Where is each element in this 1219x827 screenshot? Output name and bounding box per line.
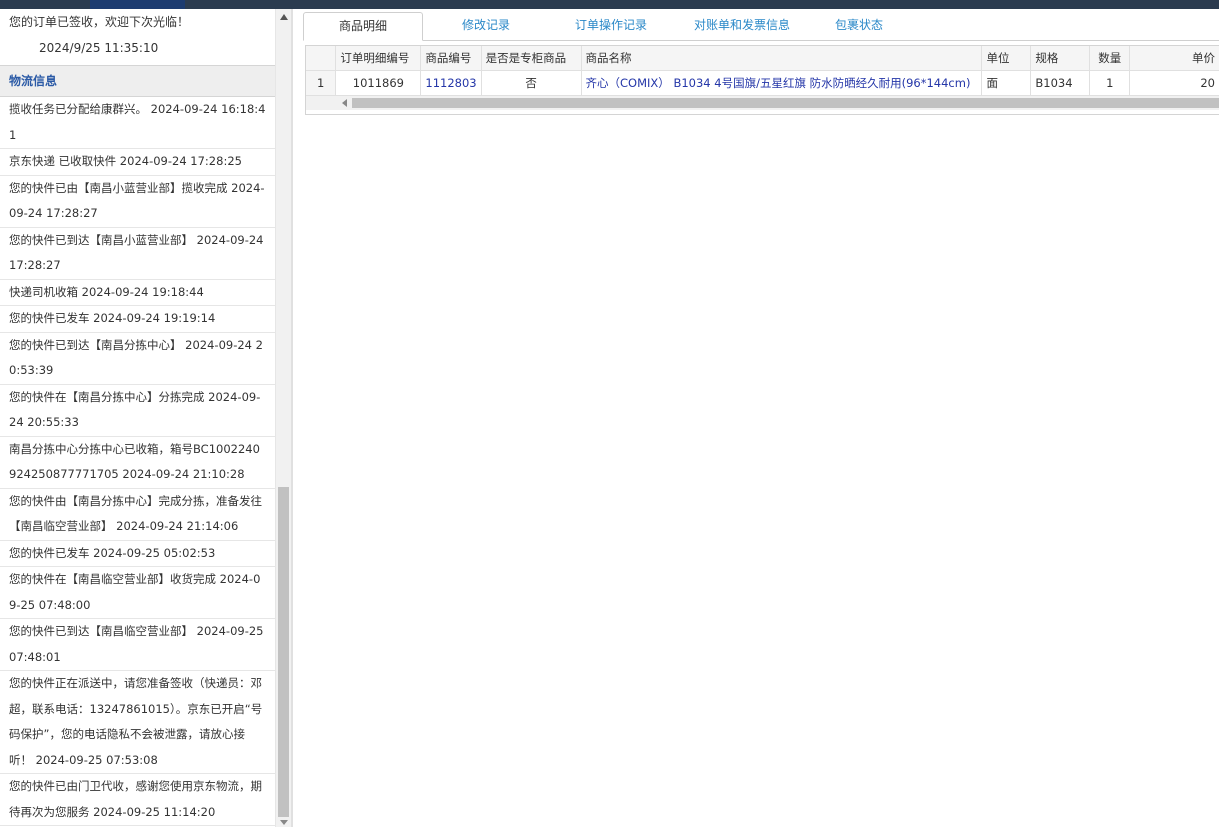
col-header-index — [306, 46, 337, 71]
logistics-entry: 您的快件已到达【南昌临空营业部】 2024-09-25 07:48:01 — [0, 619, 275, 671]
scrollbar-thumb[interactable] — [278, 487, 289, 817]
product-table: 订单明细编号 商品编号 是否是专柜商品 商品名称 单位 规格 数量 单价 1 1… — [306, 46, 1219, 96]
logistics-entry: 您的快件已到达【南昌小蓝营业部】 2024-09-24 17:28:27 — [0, 228, 275, 280]
logistics-entry: 您的快件已发车 2024-09-25 05:02:53 — [0, 541, 275, 567]
tab-statement-invoice[interactable]: 对账单和发票信息 — [677, 12, 807, 39]
col-header-unit-price[interactable]: 单价 — [1129, 46, 1219, 71]
left-panel-scrollbar[interactable] — [275, 9, 292, 827]
tab-bar: 商品明细 修改记录 订单操作记录 对账单和发票信息 包裹状态 — [303, 12, 1219, 41]
cell-unit-price: 20 — [1129, 70, 1219, 96]
col-header-unit[interactable]: 单位 — [981, 46, 1032, 71]
col-header-product-name[interactable]: 商品名称 — [581, 46, 983, 71]
cell-counter-product: 否 — [481, 70, 582, 96]
col-header-product-id[interactable]: 商品编号 — [420, 46, 482, 71]
col-header-spec[interactable]: 规格 — [1030, 46, 1091, 71]
cell-product-name-link[interactable]: 齐心（COMIX） B1034 4号国旗/五星红旗 防水防晒经久耐用(96*14… — [581, 70, 983, 96]
scroll-up-arrow-icon[interactable] — [280, 14, 288, 20]
cell-detail-id: 1011869 — [335, 70, 422, 96]
top-bar-active-segment — [90, 0, 185, 9]
detail-panel: 商品明细 修改记录 订单操作记录 对账单和发票信息 包裹状态 订单明细编号 商品… — [293, 9, 1219, 827]
row-index: 1 — [306, 70, 337, 96]
logistics-entry: 您的快件已由【南昌小蓝营业部】揽收完成 2024-09-24 17:28:27 — [0, 176, 275, 228]
logistics-heading: 物流信息 — [0, 65, 275, 97]
signed-message: 您的订单已签收，欢迎下次光临！ — [9, 15, 190, 29]
logistics-entry: 南昌分拣中心分拣中心已收箱，箱号BC1002240924250877771705… — [0, 437, 275, 489]
cell-unit: 面 — [981, 70, 1032, 96]
logistics-entry: 您的快件在【南昌临空营业部】收货完成 2024-09-25 07:48:00 — [0, 567, 275, 619]
logistics-entry: 您的快件已由门卫代收，感谢您使用京东物流，期待再次为您服务 2024-09-25… — [0, 774, 275, 826]
tab-modification-log[interactable]: 修改记录 — [431, 12, 541, 39]
tab-product-details[interactable]: 商品明细 — [303, 12, 423, 41]
cell-product-id-link[interactable]: 1112803 — [420, 70, 482, 96]
scroll-down-arrow-icon[interactable] — [280, 820, 288, 825]
logistics-entry: 您的快件已发车 2024-09-24 19:19:14 — [0, 306, 275, 333]
product-detail-grid: 订单明细编号 商品编号 是否是专柜商品 商品名称 单位 规格 数量 单价 1 1… — [305, 45, 1219, 115]
order-info-panel: 您的订单已签收，欢迎下次光临！ 2024/9/25 11:35:10 物流信息 … — [0, 9, 275, 827]
table-header-row: 订单明细编号 商品编号 是否是专柜商品 商品名称 单位 规格 数量 单价 — [306, 46, 1219, 71]
tab-order-operation-log[interactable]: 订单操作记录 — [551, 12, 671, 39]
logistics-entry: 快递司机收箱 2024-09-24 19:18:44 — [0, 280, 275, 306]
table-horizontal-scrollbar[interactable] — [306, 96, 1219, 110]
table-row[interactable]: 1 1011869 1112803 否 齐心（COMIX） B1034 4号国旗… — [306, 70, 1219, 96]
tab-package-status[interactable]: 包裹状态 — [817, 12, 901, 39]
signed-time: 2024/9/25 11:35:10 — [39, 41, 159, 55]
logistics-list: 揽收任务已分配给康群兴。 2024-09-24 16:18:41 京东快递 已收… — [0, 97, 275, 826]
col-header-counter-product[interactable]: 是否是专柜商品 — [481, 46, 582, 71]
logistics-entry: 您的快件正在派送中，请您准备签收（快递员：邓超，联系电话：13247861015… — [0, 671, 275, 774]
logistics-entry: 您的快件由【南昌分拣中心】完成分拣，准备发往【南昌临空营业部】 2024-09-… — [0, 489, 275, 541]
logistics-entry: 您的快件在【南昌分拣中心】分拣完成 2024-09-24 20:55:33 — [0, 385, 275, 437]
horizontal-scrollbar-thumb[interactable] — [352, 98, 1219, 108]
logistics-entry: 京东快递 已收取快件 2024-09-24 17:28:25 — [0, 149, 275, 176]
top-bar — [0, 0, 1219, 9]
col-header-detail-id[interactable]: 订单明细编号 — [335, 46, 422, 71]
scroll-left-arrow-icon[interactable] — [342, 99, 347, 107]
cell-spec: B1034 — [1030, 70, 1091, 96]
cell-quantity: 1 — [1089, 70, 1131, 96]
col-header-quantity[interactable]: 数量 — [1089, 46, 1131, 71]
logistics-entry: 您的快件已到达【南昌分拣中心】 2024-09-24 20:53:39 — [0, 333, 275, 385]
logistics-entry: 揽收任务已分配给康群兴。 2024-09-24 16:18:41 — [0, 97, 275, 149]
